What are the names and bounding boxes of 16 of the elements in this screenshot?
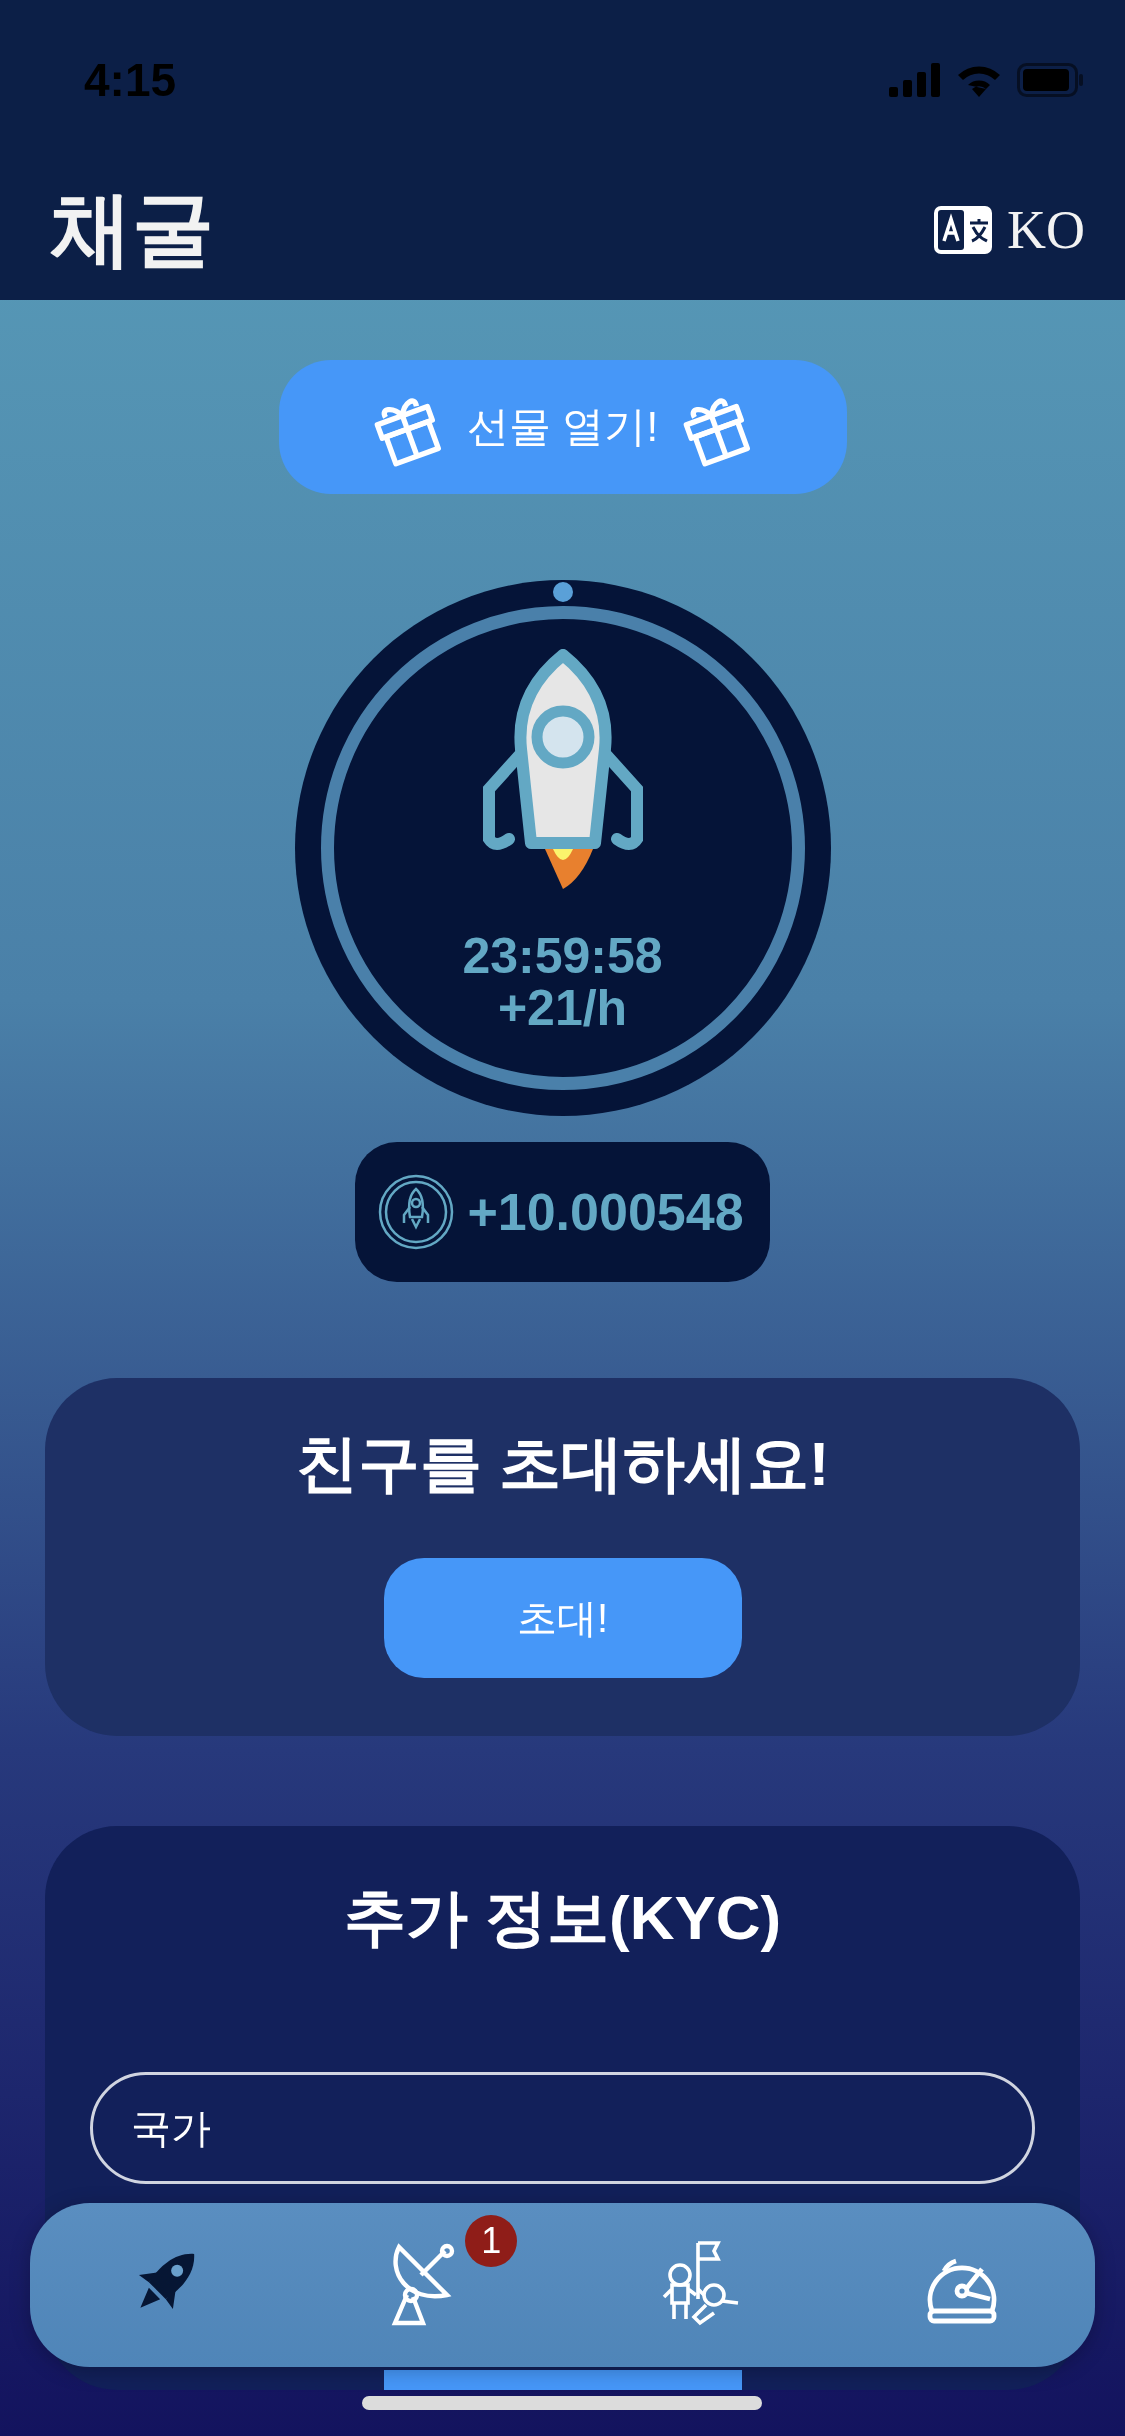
translate-icon[interactable]: [933, 205, 993, 255]
balance-amount: +10.000548: [467, 1182, 744, 1242]
battery-icon: [1017, 63, 1085, 97]
status-time: 4:15: [84, 53, 177, 107]
page-title: 채굴: [50, 182, 214, 276]
invite-title: 친구를 초대하세요!: [295, 1428, 830, 1500]
mining-timer: 23:59:58: [462, 931, 663, 981]
mining-rate: +21/h: [497, 981, 628, 1036]
notification-badge: 1: [465, 2215, 518, 2267]
progress-dot: [552, 582, 573, 602]
coin-icon: [377, 1173, 456, 1251]
kyc-title: 추가 정보(KYC): [343, 1882, 782, 1954]
mining-dial[interactable]: 23:59:58 +21/h: [294, 580, 831, 1116]
input-field[interactable]: 국가: [90, 2072, 1035, 2184]
signal-icon: [889, 63, 941, 97]
language-label[interactable]: KO: [1007, 199, 1085, 261]
